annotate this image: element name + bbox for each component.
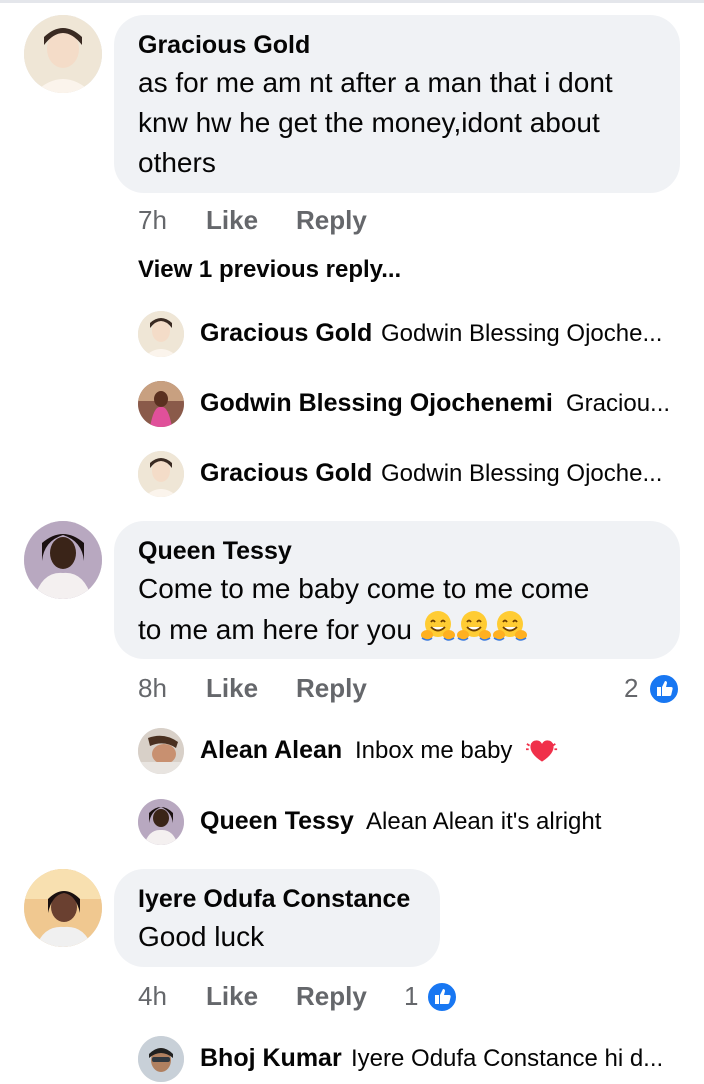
like-button[interactable]: Like — [206, 673, 258, 704]
reply-text: Inbox me baby — [355, 737, 513, 764]
reply-author[interactable]: Gracious Gold — [200, 459, 372, 488]
reply-item: Queen Tessy Alean Alean it's alright — [138, 799, 678, 847]
comment-text-line: Come to me baby come to me come — [138, 573, 590, 604]
comment-author[interactable]: Queen Tessy — [138, 535, 656, 567]
comment-time: 8h — [138, 673, 167, 703]
reply-item: Gracious Gold Godwin Blessing Ojoche... — [138, 311, 678, 359]
avatar[interactable] — [138, 1036, 184, 1082]
comment-bubble: Gracious Gold as for me am nt after a ma… — [114, 15, 680, 193]
reply-text: Godwin Blessing Ojoche... — [381, 320, 663, 347]
comment-actions: 7h Like Reply — [138, 205, 438, 237]
reply-text: Alean Alean it's alright — [366, 808, 602, 835]
avatar[interactable] — [24, 869, 102, 947]
reply-button[interactable]: Reply — [296, 981, 367, 1012]
avatar[interactable] — [138, 728, 184, 774]
avatar[interactable] — [24, 521, 102, 599]
comment-author[interactable]: Iyere Odufa Constance — [138, 883, 416, 915]
comment-actions: 4h Like Reply — [138, 981, 438, 1013]
smiling-face-with-open-hands-emoji — [456, 609, 492, 654]
reply-item: Godwin Blessing Ojochenemi Graciou... — [138, 381, 678, 429]
avatar[interactable] — [138, 311, 184, 357]
comment-bubble: Queen Tessy Come to me baby come to me c… — [114, 521, 680, 659]
reply-button[interactable]: Reply — [296, 205, 367, 236]
comment-text: as for me am nt after a man that i dont … — [138, 67, 613, 178]
comment-text: Good luck — [138, 921, 265, 952]
thumbs-up-icon — [426, 981, 458, 1013]
reply-author[interactable]: Bhoj Kumar — [200, 1044, 342, 1073]
top-divider — [0, 0, 704, 3]
reply-author[interactable]: Alean Alean — [200, 736, 342, 765]
reply-text: Graciou... — [566, 390, 671, 417]
like-button[interactable]: Like — [206, 981, 258, 1012]
view-previous-replies[interactable]: View 1 previous reply... — [138, 256, 401, 284]
reaction-count: 1 — [404, 981, 419, 1011]
reply-text: Godwin Blessing Ojoche... — [381, 460, 663, 487]
thumbs-up-icon — [648, 673, 680, 705]
comment-time: 7h — [138, 205, 167, 235]
reaction-summary[interactable]: 1 — [404, 981, 464, 1015]
reply-item: Bhoj Kumar Iyere Odufa Constance hi d... — [138, 1036, 678, 1084]
smiling-face-with-open-hands-emoji — [492, 609, 528, 654]
reply-author[interactable]: Gracious Gold — [200, 319, 372, 348]
smiling-face-with-open-hands-emoji — [420, 609, 456, 654]
beating-heart-emoji — [526, 740, 558, 762]
reply-author[interactable]: Godwin Blessing Ojochenemi — [200, 389, 553, 418]
reply-item: Alean Alean Inbox me baby — [138, 728, 678, 776]
reply-item: Gracious Gold Godwin Blessing Ojoche... — [138, 451, 678, 499]
comment-text-line: to me am here for you — [138, 609, 656, 654]
comment-bubble: Iyere Odufa Constance Good luck — [114, 869, 440, 967]
like-button[interactable]: Like — [206, 205, 258, 236]
avatar[interactable] — [138, 799, 184, 845]
comment-actions: 8h Like Reply — [138, 673, 438, 705]
comment-author[interactable]: Gracious Gold — [138, 29, 656, 61]
avatar[interactable] — [138, 381, 184, 427]
comment-text-line-2: to me am here for you — [138, 614, 412, 645]
reaction-count: 2 — [624, 673, 639, 703]
reply-author[interactable]: Queen Tessy — [200, 807, 354, 836]
reply-text: Iyere Odufa Constance hi d... — [351, 1045, 664, 1072]
comment-time: 4h — [138, 981, 167, 1011]
avatar[interactable] — [24, 15, 102, 93]
reaction-summary[interactable]: 2 — [624, 673, 684, 707]
reply-button[interactable]: Reply — [296, 673, 367, 704]
avatar[interactable] — [138, 451, 184, 497]
